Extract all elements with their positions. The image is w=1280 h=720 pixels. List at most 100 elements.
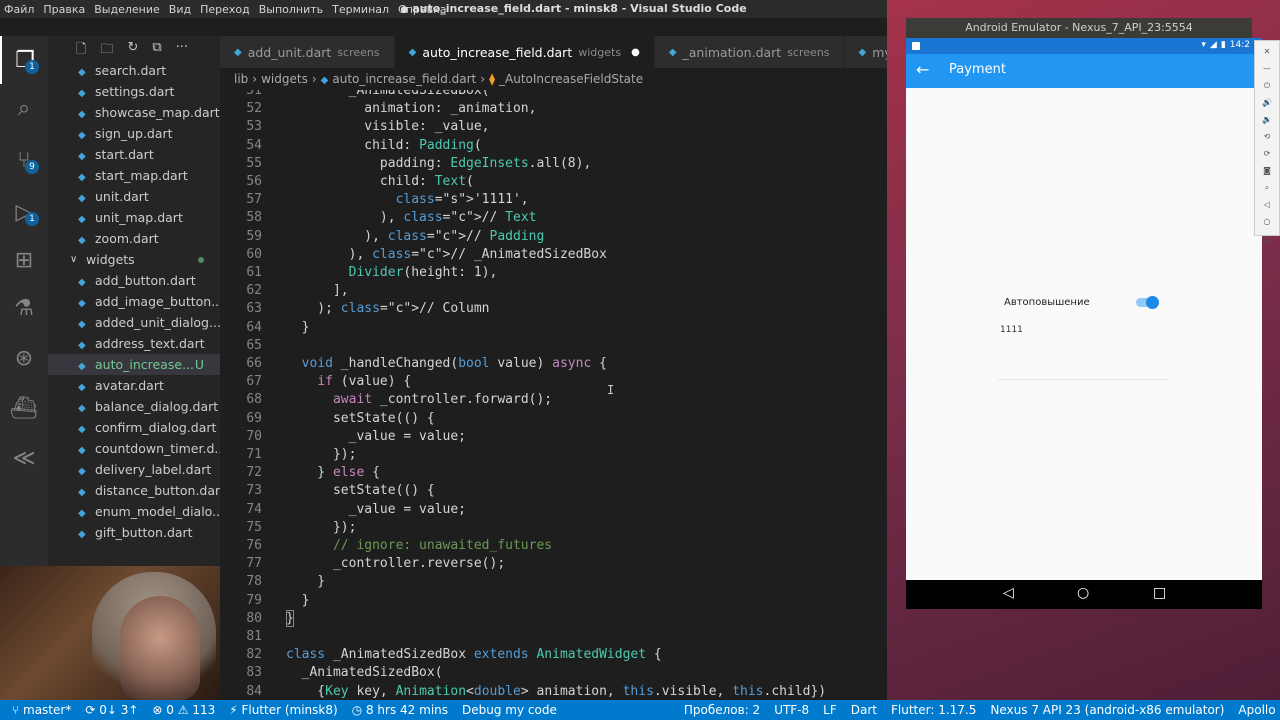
search-icon[interactable]: ⌕: [0, 84, 48, 132]
code-line: 56 child: Text(: [220, 173, 887, 191]
breadcrumb-lib[interactable]: lib: [234, 72, 248, 86]
file-name: confirm_dialog.dart: [95, 420, 217, 435]
tab-my[interactable]: ◆ my_: [844, 36, 887, 68]
new-file-icon[interactable]: 🗋: [76, 40, 86, 62]
file-item[interactable]: ◆ delivery_label.dart: [48, 459, 220, 480]
line-number: 73: [246, 483, 262, 499]
nav-home-icon[interactable]: ○: [1077, 585, 1089, 601]
time-label: 8 hrs 42 mins: [365, 703, 449, 717]
language-mode[interactable]: Dart: [851, 703, 877, 717]
more-icon[interactable]: ···: [1263, 249, 1271, 262]
docker-icon[interactable]: ⛴: [0, 384, 48, 432]
chevron-down-icon: ∨: [70, 254, 78, 265]
rotate-left-icon[interactable]: ⟲: [1264, 130, 1271, 143]
auto-increase-switch[interactable]: [1136, 296, 1159, 309]
testing-icon[interactable]: ⚗: [0, 284, 48, 332]
file-item[interactable]: ◆ zoom.dart: [48, 228, 220, 249]
git-sync[interactable]: ⟳ 0↓ 3↑: [85, 703, 138, 717]
tab-label: _animation.dart: [682, 44, 782, 60]
back-arrow-icon[interactable]: ←: [916, 60, 929, 79]
overview-icon[interactable]: □: [1263, 232, 1271, 245]
breadcrumb-file[interactable]: auto_increase_field.dart: [332, 72, 476, 86]
file-item[interactable]: ◆ added_unit_dialog....: [48, 312, 220, 333]
run-debug-icon[interactable]: ▷ 1: [0, 188, 48, 236]
file-name: zoom.dart: [95, 231, 159, 246]
explorer-icon[interactable]: ❐ 1: [0, 36, 48, 84]
tab-add-unit[interactable]: ◆ add_unit.dart screens: [220, 36, 395, 68]
home-icon[interactable]: ○: [1264, 215, 1271, 228]
volume-down-icon[interactable]: 🔉: [1262, 113, 1272, 126]
file-name: countdown_timer.d...: [95, 441, 220, 456]
encoding[interactable]: UTF-8: [774, 703, 809, 717]
code-text: ); class="c">// Column: [286, 301, 490, 317]
folder-name: widgets: [86, 252, 135, 267]
indentation[interactable]: Пробелов: 2: [684, 703, 760, 717]
refresh-icon[interactable]: ↻: [127, 40, 138, 62]
file-item-selected[interactable]: ◆ auto_increase... U: [48, 354, 220, 375]
flutter-status[interactable]: ⚡ Flutter (minsk8): [229, 703, 337, 717]
file-item[interactable]: ◆ start.dart: [48, 144, 220, 165]
file-item[interactable]: ◆ countdown_timer.d...: [48, 438, 220, 459]
device-selector[interactable]: Nexus 7 API 23 (android-x86 emulator): [990, 703, 1224, 717]
file-item[interactable]: ◆ gift_button.dart: [48, 522, 220, 543]
source-control-icon[interactable]: ⑂ 9: [0, 136, 48, 184]
power-icon[interactable]: ⏻: [1264, 79, 1270, 92]
new-folder-icon[interactable]: 🗀: [100, 40, 113, 62]
file-item[interactable]: ◆ avatar.dart: [48, 375, 220, 396]
git-graph-icon[interactable]: ⊛: [0, 334, 48, 382]
code-line: 61 Divider(height: 1),: [220, 264, 887, 282]
android-nav-bar: ◁ ○ □: [906, 580, 1262, 609]
git-branch[interactable]: ⑂ master*: [12, 703, 71, 717]
file-item[interactable]: ◆ balance_dialog.dart: [48, 396, 220, 417]
volume-up-icon[interactable]: 🔊: [1262, 96, 1272, 109]
rotate-right-icon[interactable]: ⟳: [1264, 147, 1271, 160]
breadcrumb-widgets[interactable]: widgets: [261, 72, 308, 86]
file-item[interactable]: ◆ unit.dart: [48, 186, 220, 207]
dart-file-icon: ◆: [78, 214, 86, 225]
screenshot-icon[interactable]: ◙: [1263, 164, 1271, 177]
extensions-icon[interactable]: ⊞: [0, 236, 48, 284]
code-text: class _AnimatedSizedBox extends Animated…: [286, 647, 662, 663]
unsaved-dot-icon[interactable]: ●: [631, 47, 640, 58]
file-item[interactable]: ◆ enum_model_dialo...: [48, 501, 220, 522]
nav-back-icon[interactable]: ◁: [1003, 585, 1014, 601]
file-item[interactable]: ◆ showcase_map.dart: [48, 102, 220, 123]
breadcrumb-symbol[interactable]: _AutoIncreaseFieldState: [499, 72, 643, 86]
file-item[interactable]: ◆ add_button.dart: [48, 270, 220, 291]
file-item[interactable]: ◆ settings.dart: [48, 81, 220, 102]
file-item[interactable]: ◆ sign_up.dart: [48, 123, 220, 144]
webcam-person-face: [120, 596, 200, 700]
battery-icon: ▮: [1220, 40, 1226, 50]
file-item[interactable]: ◆ confirm_dialog.dart: [48, 417, 220, 438]
tab-auto-increase-field[interactable]: ◆ auto_increase_field.dart widgets ●: [394, 36, 655, 68]
code-editor[interactable]: 51 _AnimatedSizedBox(52 animation: _anim…: [220, 90, 887, 700]
file-item[interactable]: ◆ distance_button.dart: [48, 480, 220, 501]
minimize-icon[interactable]: —: [1263, 62, 1271, 75]
status-right: Пробелов: 2 UTF-8 LF Dart: [684, 703, 887, 717]
zoom-icon[interactable]: ⌕: [1265, 181, 1269, 194]
file-item[interactable]: ◆ add_image_button....: [48, 291, 220, 312]
notification-icon: [912, 42, 920, 50]
tab-animation[interactable]: ◆ _animation.dart screens: [654, 36, 845, 68]
more-actions-icon[interactable]: ···: [176, 40, 188, 62]
collapse-all-icon[interactable]: ⧉: [152, 40, 161, 62]
file-item[interactable]: ◆ start_map.dart: [48, 165, 220, 186]
file-item[interactable]: ◆ address_text.dart: [48, 333, 220, 354]
flutter-version[interactable]: Flutter: 1.17.5: [891, 703, 976, 717]
file-item[interactable]: ◆ search.dart: [48, 60, 220, 81]
folder-widgets[interactable]: ∨ widgets: [48, 249, 220, 270]
flutter-icon[interactable]: ≪: [0, 434, 48, 482]
time-tracker[interactable]: ◷ 8 hrs 42 mins: [352, 703, 448, 717]
line-number: 58: [246, 210, 262, 226]
close-icon[interactable]: ✕: [1264, 45, 1271, 58]
breadcrumb-separator-icon: ›: [252, 72, 258, 86]
wifi-icon: ▾: [1201, 40, 1206, 50]
end-of-line[interactable]: LF: [823, 703, 837, 717]
file-item[interactable]: ◆ unit_map.dart: [48, 207, 220, 228]
nav-recents-icon[interactable]: □: [1153, 585, 1166, 601]
debug-my-code[interactable]: Debug my code: [462, 703, 557, 717]
back-icon[interactable]: ◁: [1264, 198, 1270, 211]
modified-dot-icon: [198, 257, 204, 263]
problems-indicator[interactable]: ⊗ 0 ⚠ 113: [152, 703, 215, 717]
apollo-status[interactable]: Apollo: [1238, 703, 1275, 717]
